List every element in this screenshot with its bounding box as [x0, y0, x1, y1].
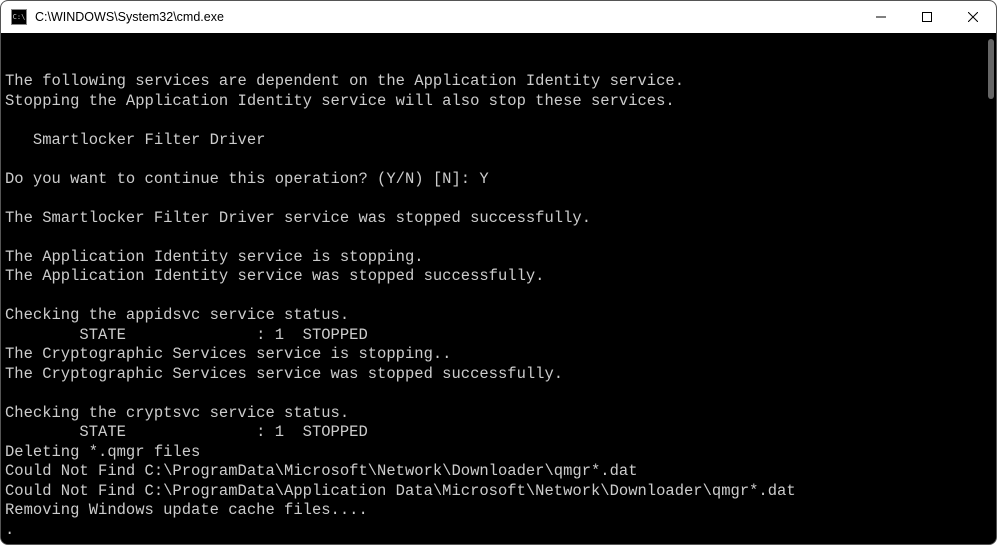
console-line: Could Not Find C:\ProgramData\Applicatio… [5, 482, 992, 502]
console-line: The following services are dependent on … [5, 72, 992, 92]
console-line: Do you want to continue this operation? … [5, 170, 992, 190]
console-line [5, 287, 992, 307]
window-controls [858, 1, 996, 33]
minimize-button[interactable] [858, 1, 904, 33]
cmd-icon-glyph: C:\ [13, 14, 26, 21]
maximize-icon [922, 12, 932, 22]
window-frame: C:\ C:\WINDOWS\System32\cmd.exe The foll… [0, 0, 997, 545]
cmd-icon: C:\ [11, 9, 27, 25]
console-line: Checking the appidsvc service status. [5, 306, 992, 326]
maximize-button[interactable] [904, 1, 950, 33]
scrollbar-thumb[interactable] [988, 39, 994, 99]
console-line: The Cryptographic Services service was s… [5, 365, 992, 385]
console-line [5, 384, 992, 404]
close-icon [968, 12, 978, 22]
console-line [5, 111, 992, 131]
console-line: Smartlocker Filter Driver [5, 131, 992, 151]
window-title: C:\WINDOWS\System32\cmd.exe [35, 10, 858, 24]
console-line [5, 150, 992, 170]
console-line: STATE : 1 STOPPED [5, 423, 992, 443]
console-line: Deleting *.qmgr files [5, 443, 992, 463]
console-lines-container: The following services are dependent on … [5, 72, 992, 540]
console-line: . [5, 521, 992, 541]
console-line: STATE : 1 STOPPED [5, 326, 992, 346]
console-line: The Application Identity service was sto… [5, 267, 992, 287]
console-line: Stopping the Application Identity servic… [5, 92, 992, 112]
console-line: The Cryptographic Services service is st… [5, 345, 992, 365]
console-output[interactable]: The following services are dependent on … [1, 33, 996, 544]
console-line: The Application Identity service is stop… [5, 248, 992, 268]
console-line: Checking the cryptsvc service status. [5, 404, 992, 424]
console-line [5, 228, 992, 248]
console-line [5, 189, 992, 209]
minimize-icon [876, 12, 886, 22]
titlebar[interactable]: C:\ C:\WINDOWS\System32\cmd.exe [1, 1, 996, 33]
console-line: Could Not Find C:\ProgramData\Microsoft\… [5, 462, 992, 482]
console-line: Removing Windows update cache files.... [5, 501, 992, 521]
close-button[interactable] [950, 1, 996, 33]
console-line: The Smartlocker Filter Driver service wa… [5, 209, 992, 229]
